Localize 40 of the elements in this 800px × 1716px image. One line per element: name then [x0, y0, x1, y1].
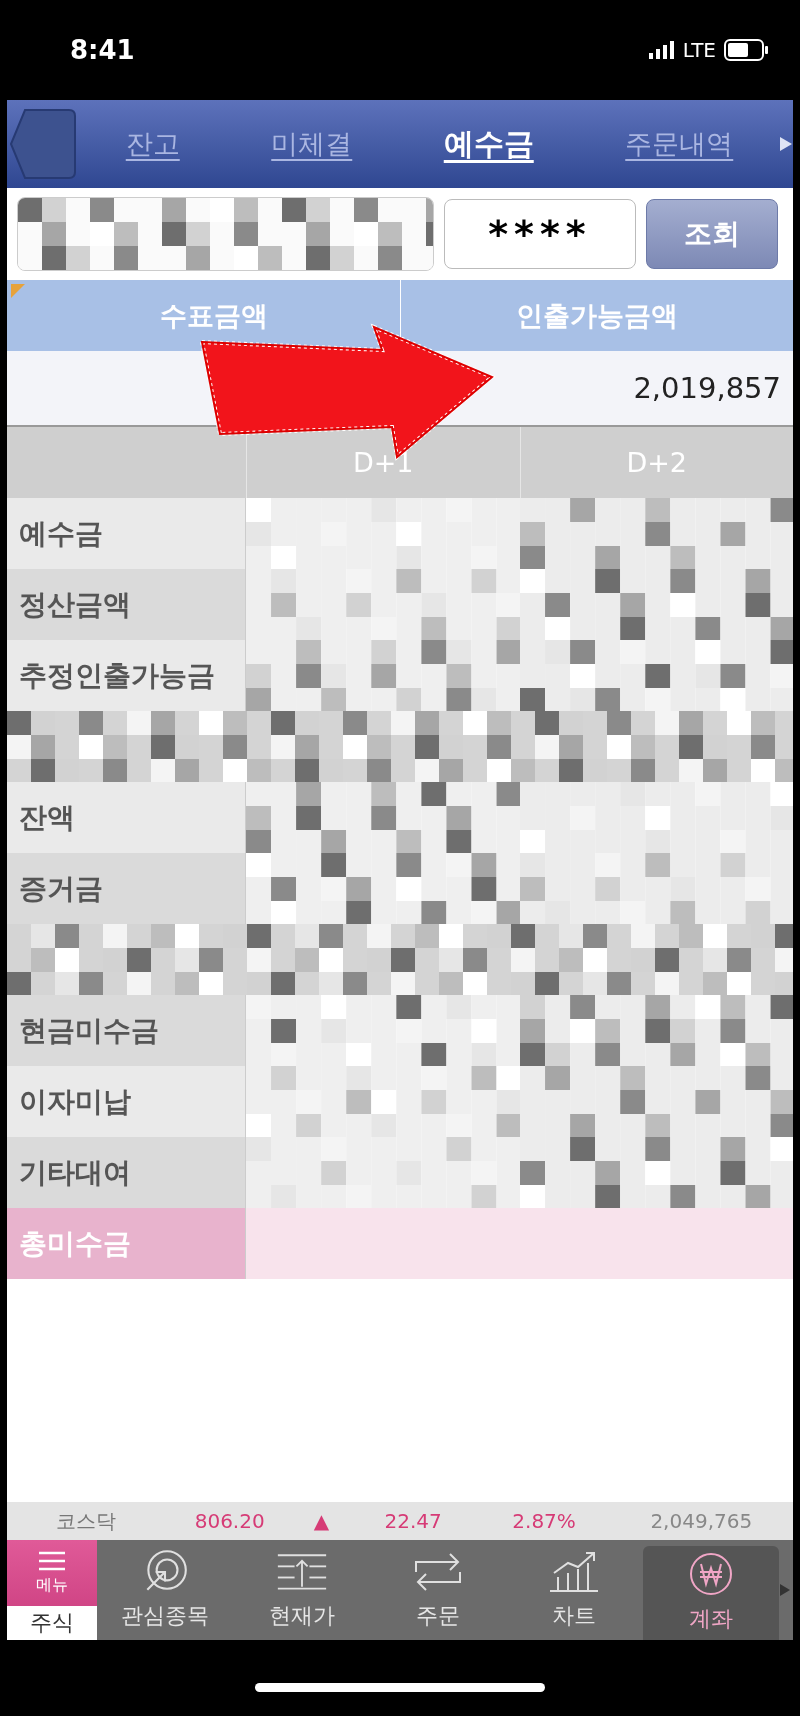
chart-icon: [548, 1549, 601, 1593]
nav-item[interactable]: 현재가: [233, 1540, 370, 1640]
status-time: 8:41: [70, 35, 135, 65]
tab[interactable]: 잔고: [119, 122, 186, 166]
battery-icon: [724, 39, 770, 61]
nav-label: 주식: [7, 1606, 97, 1640]
up-arrow: ▲: [312, 1509, 331, 1533]
row-label: 증거금: [7, 853, 246, 924]
password-field[interactable]: ****: [444, 199, 636, 269]
row-label: 총미수금: [7, 1208, 246, 1279]
corner-marker-icon: [11, 284, 25, 298]
query-button[interactable]: 조회: [646, 199, 778, 269]
nav-item[interactable]: 계좌: [642, 1546, 780, 1640]
nav-item[interactable]: 관심종목: [97, 1540, 234, 1640]
index-name: 코스닥: [54, 1507, 117, 1535]
menu-button[interactable]: 메뉴 주식: [7, 1540, 97, 1640]
signal-icon: [648, 41, 675, 59]
row-label: 예수금: [7, 498, 246, 569]
row-label: 기타대여: [7, 1137, 246, 1208]
index-change: 22.47: [383, 1509, 443, 1533]
row-label: 추정인출가능금: [7, 640, 246, 711]
scroll-right-icon[interactable]: [779, 136, 793, 152]
row-label: 이자미납: [7, 1066, 246, 1137]
nav-item[interactable]: 주문: [369, 1540, 507, 1640]
tab[interactable]: 예수금: [437, 119, 540, 169]
nav-item[interactable]: 차트: [506, 1540, 643, 1640]
row-label: 정산금액: [7, 569, 246, 640]
trade-volume: 2,049,765: [649, 1509, 754, 1533]
menu-icon: [37, 1550, 67, 1571]
withdrawable-amount: 2,019,857: [633, 371, 781, 405]
column-header: 수표금액: [158, 298, 269, 333]
tab[interactable]: 주문내역: [619, 122, 740, 166]
row-label: 현금미수금: [7, 995, 246, 1066]
tab[interactable]: 미체결: [265, 122, 359, 166]
change-rate: 2.87%: [511, 1509, 577, 1533]
row-label: 잔액: [7, 782, 246, 853]
index-value: 806.20: [193, 1509, 266, 1533]
network-label: LTE: [682, 38, 716, 62]
account-field[interactable]: [17, 197, 434, 271]
menu-label: 메뉴: [36, 1574, 68, 1596]
